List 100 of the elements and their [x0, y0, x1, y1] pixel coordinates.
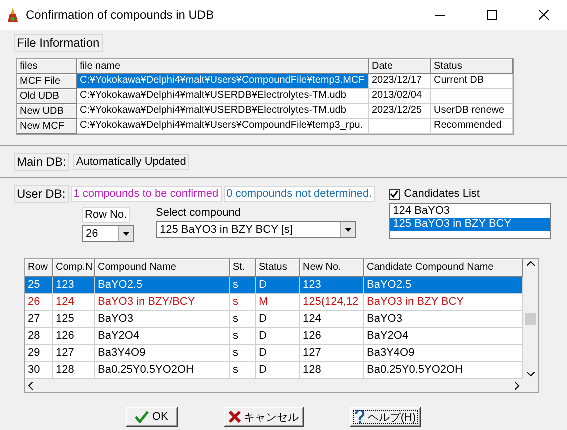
- column-header: file name: [77, 59, 369, 74]
- table-cell: 128: [300, 362, 364, 379]
- window-title: Confirmation of compounds in UDB: [26, 8, 216, 22]
- table-cell: 125(124,12: [300, 294, 364, 311]
- table-cell: s: [230, 277, 256, 294]
- table-cell: BaYO2.5: [95, 277, 230, 294]
- table-cell: 2013/02/04: [369, 89, 431, 104]
- cancel-button[interactable]: キャンセル: [224, 407, 304, 427]
- candidates-checkbox[interactable]: [389, 188, 400, 200]
- horizontal-scrollbar[interactable]: [25, 379, 523, 392]
- row-no-label: Row No.: [82, 207, 130, 223]
- maximize-icon: [487, 10, 497, 20]
- table-cell: BaY2O4: [364, 328, 523, 345]
- column-header: Comp.N: [53, 259, 95, 277]
- table-cell: 2023/12/17: [369, 74, 431, 89]
- table-cell: Ba0.25Y0.5YO2OH: [95, 362, 230, 379]
- table-cell: 27: [25, 311, 53, 328]
- app-icon: [6, 7, 20, 23]
- row-header: New MCF: [17, 119, 77, 134]
- candidates-list[interactable]: 124 BaYO3 125 BaYO3 in BZY BCY: [389, 203, 552, 239]
- table-cell: Current DB: [431, 74, 513, 89]
- compound-dropdown[interactable]: 125 BaYO3 in BZY BCY [s]: [156, 221, 356, 238]
- list-item[interactable]: 125 BaYO3 in BZY BCY: [390, 218, 550, 231]
- table-cell: 123: [300, 277, 364, 294]
- table-cell: 25: [25, 277, 53, 294]
- table-cell: D: [256, 277, 300, 294]
- table-cell: 126: [53, 328, 95, 345]
- cross-icon: [228, 411, 241, 423]
- table-cell: C:¥Yokokawa¥Delphi4¥malt¥Users¥CompoundFile¥temp3.MCF: [77, 74, 369, 89]
- vertical-scrollbar[interactable]: [523, 259, 538, 379]
- table-cell: Ba3Y4O9: [364, 345, 523, 362]
- table-cell: s: [230, 362, 256, 379]
- table-cell: BaYO3 in BZY/BCY: [95, 294, 230, 311]
- table-cell: 123: [53, 277, 95, 294]
- table-cell: 29: [25, 345, 53, 362]
- caret-icon: [122, 232, 130, 236]
- column-header: New No.: [300, 259, 364, 277]
- scroll-right-icon[interactable]: [515, 382, 520, 390]
- to-confirm-count: 1 compounds to be confirmed: [70, 186, 222, 202]
- table-cell: 127: [300, 345, 364, 362]
- caret-icon: [344, 228, 352, 232]
- table-cell: s: [230, 294, 256, 311]
- minimize-icon: [435, 14, 445, 16]
- user-db-label: User DB:: [14, 185, 69, 203]
- not-determined-count: 0 compounds not determined.: [224, 186, 376, 202]
- table-cell: 124: [300, 311, 364, 328]
- table-cell: 26: [25, 294, 53, 311]
- table-cell: BaYO3 in BZY BCY: [364, 294, 523, 311]
- candidates-label: Candidates List: [404, 188, 480, 200]
- table-cell: 126: [300, 328, 364, 345]
- main-db-label: Main DB:: [14, 153, 70, 171]
- column-header: Status: [256, 259, 300, 277]
- ok-button[interactable]: OK: [126, 407, 178, 427]
- table-cell: 124: [53, 294, 95, 311]
- table-cell: D: [256, 345, 300, 362]
- table-cell: BaY2O4: [95, 328, 230, 345]
- table-cell: C:¥Yokokawa¥Delphi4¥malt¥USERDB¥Electrolytes-TM.udb: [77, 104, 369, 119]
- row-header: MCF File: [17, 74, 77, 89]
- row-no-dropdown[interactable]: 26: [82, 225, 134, 242]
- table-cell: C:¥Yokokawa¥Delphi4¥malt¥USERDB¥Electrolytes-TM.udb: [77, 89, 369, 104]
- table-cell: 128: [53, 362, 95, 379]
- column-header: Candidate Compound Name: [364, 259, 523, 277]
- column-header: files: [17, 59, 77, 74]
- scroll-left-icon[interactable]: [28, 382, 33, 390]
- help-button[interactable]: ヘルプ(H): [350, 407, 422, 427]
- table-cell: Ba0.25Y0.5YO2OH: [364, 362, 523, 379]
- table-cell: 2023/12/25: [369, 104, 431, 119]
- close-icon: [539, 10, 549, 20]
- main-db-status: Automatically Updated: [73, 154, 190, 170]
- table-cell: Recommended: [431, 119, 513, 134]
- row-header: New UDB: [17, 104, 77, 119]
- table-cell: s: [230, 328, 256, 345]
- checkmark-icon: [135, 411, 150, 423]
- table-cell: 127: [53, 345, 95, 362]
- column-header: Date: [369, 59, 431, 74]
- row-header: Old UDB: [17, 89, 77, 104]
- question-mark-icon: [354, 410, 365, 424]
- table-cell: BaYO3: [95, 311, 230, 328]
- table-cell: 125: [53, 311, 95, 328]
- table-cell: BaYO2.5: [364, 277, 523, 294]
- table-cell: M: [256, 294, 300, 311]
- table-cell: 28: [25, 328, 53, 345]
- list-item[interactable]: 124 BaYO3: [390, 205, 550, 218]
- column-header: Status: [431, 59, 513, 74]
- table-cell: D: [256, 311, 300, 328]
- scroll-down-icon[interactable]: [526, 372, 534, 377]
- table-cell: BaYO3: [364, 311, 523, 328]
- section-label: File Information: [14, 34, 103, 52]
- scrollbar-thumb[interactable]: [525, 313, 536, 325]
- table-cell: D: [256, 362, 300, 379]
- column-header: St.: [230, 259, 256, 277]
- scroll-up-icon[interactable]: [526, 261, 534, 266]
- table-cell: 30: [25, 362, 53, 379]
- table-cell: UserDB renewe: [431, 104, 513, 119]
- select-compound-label: Select compound: [156, 207, 241, 219]
- table-cell: C:¥Yokokawa¥Delphi4¥malt¥Users¥CompoundFile¥temp3_rpu.: [77, 119, 369, 134]
- column-header: Compound Name: [95, 259, 230, 277]
- table-cell: Ba3Y4O9: [95, 345, 230, 362]
- table-cell: D: [256, 328, 300, 345]
- table-cell: s: [230, 311, 256, 328]
